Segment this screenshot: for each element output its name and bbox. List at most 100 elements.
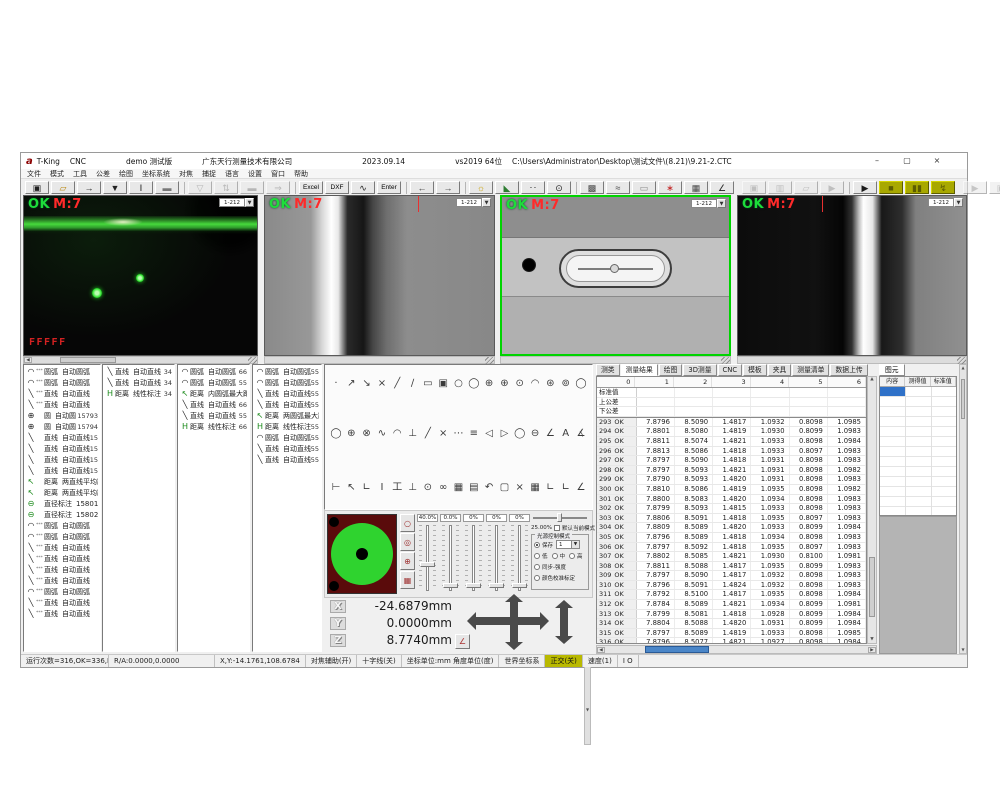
feature-item[interactable]: H 距离 线性标注 34 [103,388,174,399]
feature-item[interactable]: ╲ 直线 自动直线 55 [253,399,321,410]
measure-tool-icon[interactable]: ⊥ [406,427,420,441]
menu-item[interactable]: 帮助 [294,169,308,179]
feature-item[interactable]: ◠ 圆弧 自动圆弧 55 [178,377,249,388]
feature-item[interactable]: ╲ 直线 自动直线 55 [178,410,249,421]
measure-tool-icon[interactable]: ◠ [390,427,404,441]
feature-list-2[interactable]: ╲ 直线 自动直线 34 ╲ 直线 自动直线 34 H 距离 线性标注 34 [102,364,175,652]
results-tab[interactable]: 数据上传 [830,364,867,376]
tolerance-row[interactable]: 下公差 [597,407,866,417]
column-header[interactable]: 0 [597,377,635,387]
toolbar-button[interactable]: → [77,181,101,194]
camera-view-2[interactable]: OKM:7 1-212▼ [264,195,495,356]
menu-item[interactable]: 坐标系统 [142,169,170,179]
resize-grip[interactable] [248,357,257,364]
measure-tool-icon[interactable]: ∿ [375,427,389,441]
measure-tool-icon[interactable]: · [329,377,343,391]
feature-item[interactable]: ◠ *** 圆弧 自动圆弧 [24,586,100,597]
status-segment[interactable]: R/A:0.0000,0.0000 [109,655,215,667]
measure-tool-icon[interactable]: A [559,427,573,441]
light-channel-slider[interactable]: 0% [509,514,530,593]
feature-item[interactable]: ╲ 直线 自动直线 15 [24,454,100,465]
menu-item[interactable]: 对焦 [179,169,193,179]
results-tab[interactable]: 测类 [596,364,620,376]
feature-item[interactable]: ╲ *** 直线 自动直线 [24,542,100,553]
toolbar-button[interactable]: ▥ [768,181,792,194]
toolbar-button[interactable]: ▶ [820,181,844,194]
measure-tool-icon[interactable]: ≡ [467,427,481,441]
menu-item[interactable]: 设置 [248,169,262,179]
measure-tool-icon[interactable]: ⊖ [528,427,542,441]
column-header[interactable]: 1 [635,377,673,387]
ring-segment-button[interactable]: ○ [400,514,415,532]
menu-item[interactable]: 模式 [50,169,64,179]
grid-vertical-scrollbar[interactable]: ▲▼ [867,376,877,644]
toolbar-button[interactable]: ☼ [469,181,493,194]
feature-item[interactable]: ╲ 直线 自动直线 34 [103,377,174,388]
camera-view-1[interactable]: FFFFF OKM:7 1-212▼ [23,195,258,356]
results-tab[interactable]: 夹具 [768,364,792,376]
toolbar-button[interactable] [736,181,740,194]
default-mode-checkbox[interactable] [554,525,560,531]
feature-item[interactable]: ╲ 直线 自动直线 15 [24,432,100,443]
measure-tool-icon[interactable]: ⊕ [482,377,496,391]
feature-item[interactable]: ╲ 直线 自动直线 34 [103,366,174,377]
measure-tool-icon[interactable]: ○ [452,377,466,391]
measure-tool-icon[interactable]: ∟ [543,481,557,495]
measurement-row[interactable]: 295OK 7.8811 8.5074 1.4821 1.0933 0.8098… [597,437,866,447]
results-tab[interactable]: 3D测量 [683,364,716,376]
grid-horizontal-scrollbar[interactable]: ◀ ▶ [596,645,877,654]
measure-tool-icon[interactable]: ⊕ [344,427,358,441]
measure-tool-icon[interactable]: ⊥ [406,481,420,495]
feature-item[interactable]: ⊕ 圆 自动圆 15793 [24,410,100,421]
toolbar-button[interactable]: ▱ [794,181,818,194]
toolbar-button[interactable]: ▬ [240,181,264,194]
slider-track[interactable] [486,523,507,593]
measurement-row[interactable]: 310OK 7.8796 8.5091 1.4824 1.0932 0.8098… [597,581,866,591]
measure-tool-icon[interactable]: ╱ [390,377,404,391]
toolbar-button[interactable]: ▶ [853,181,877,194]
slider-thumb[interactable] [512,583,527,588]
element-table-body[interactable] [880,387,956,515]
camera-view-3-selected[interactable]: OKM:7 1-212▼ [500,195,731,356]
toolbar-button[interactable] [576,182,577,194]
measure-tool-icon[interactable]: ⋯ [452,427,466,441]
measurement-row[interactable]: 315OK 7.8797 8.5089 1.4819 1.0933 0.8098… [597,629,866,639]
feature-item[interactable]: ╲ *** 直线 自动直线 [24,608,100,619]
measure-tool-icon[interactable]: ▣ [436,377,450,391]
status-segment[interactable]: 坐标单位:mm 角度单位(度) [402,655,500,667]
feature-item[interactable]: ◠ 圆弧 自动圆弧 55 [253,366,321,377]
toolbar-button[interactable]: ▣ [989,181,1000,194]
measure-tool-icon[interactable]: ◁ [482,427,496,441]
toolbar-button[interactable]: → [436,181,460,194]
level-radio[interactable] [569,553,575,559]
toolbar-button[interactable]: ⇅ [214,181,238,194]
color-cal-radio[interactable] [534,575,540,581]
resize-grip[interactable] [957,357,966,364]
feature-item[interactable]: ⊖ 直径标注 15801 [24,498,100,509]
feature-list-3[interactable]: ◠ 圆弧 自动圆弧 66 ◠ 圆弧 自动圆弧 55 ↖ 距离 内圆弧最大距离 ╲… [177,364,250,652]
toolbar-button[interactable]: - - [521,181,545,194]
menu-item[interactable]: 工具 [73,169,87,179]
measure-tool-icon[interactable]: ∠ [543,427,557,441]
measurement-row[interactable]: 296OK 7.8813 8.5086 1.4818 1.0933 0.8097… [597,447,866,457]
tolerance-row[interactable]: 上公差 [597,398,866,408]
measurement-row[interactable]: 302OK 7.8799 8.5093 1.4815 1.0933 0.8098… [597,504,866,514]
measurement-row[interactable]: 314OK 7.8804 8.5088 1.4820 1.0931 0.8099… [597,619,866,629]
results-tab[interactable]: 测量结果 [621,364,658,376]
measure-tool-icon[interactable]: ◠ [528,377,542,391]
slider-track[interactable] [509,523,530,593]
feature-item[interactable]: ◠ *** 圆弧 自动圆弧 [24,520,100,531]
toolbar-button[interactable]: ◣ [495,181,519,194]
measure-tool-icon[interactable]: ∞ [436,481,450,495]
measure-tool-icon[interactable]: 工 [390,481,404,495]
resize-grip[interactable] [721,357,730,364]
status-segment[interactable]: 速度(1) [583,655,618,667]
measure-tool-icon[interactable]: ∟ [559,481,573,495]
status-segment[interactable]: 十字线(关) [357,655,401,667]
feature-item[interactable]: ╲ *** 直线 自动直线 [24,575,100,586]
measure-tool-icon[interactable]: × [436,427,450,441]
measure-tool-icon[interactable]: ◯ [513,427,527,441]
toolbar-button[interactable]: ∗ [658,181,682,194]
measure-tool-icon[interactable]: ↗ [344,377,358,391]
measure-tool-icon[interactable]: ⊛ [543,377,557,391]
